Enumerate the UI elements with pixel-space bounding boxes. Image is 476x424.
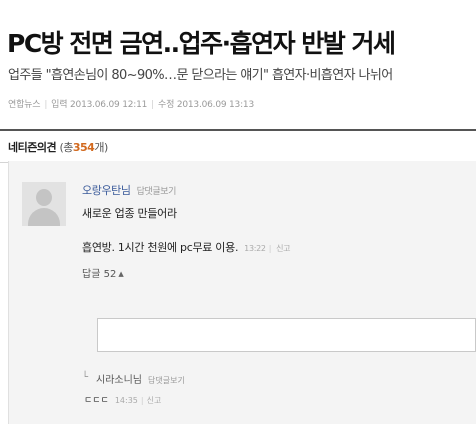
reply-toggle[interactable]: 답글 52 ▲ [82,265,124,280]
reply-divider: | [140,396,144,405]
modified-label: 수정 [158,100,175,110]
reply-label[interactable]: 답글 [82,269,100,280]
comment-text-line1: 새로운 업종 만들어라 [82,207,177,220]
reply-text: ㄷㄷㄷ [84,396,109,406]
comments-count-suffix: 개) [94,141,108,154]
comments-count: 354 [72,141,95,154]
comments-count-prefix: (총 [59,141,73,154]
comment-panel [8,161,476,424]
report-link[interactable]: 신고 [147,396,162,405]
meta-divider: | [44,100,48,110]
reply-input[interactable] [97,318,476,352]
comments-title-label: 네티즌의견 [8,141,57,154]
reply-author-name[interactable]: 시라소니님 [96,375,142,386]
comment-author[interactable]: 오랑우탄님 답댓글보기 [82,182,176,198]
reply-body-row: ㄷㄷㄷ 14:35 | 신고 [84,393,161,406]
view-replies-link[interactable]: 답댓글보기 [148,376,185,385]
comments-title: 네티즌의견 (총354개) [8,139,108,155]
reply-author[interactable]: 시라소니님 답댓글보기 [96,371,185,386]
article-meta: 연합뉴스 | 입력 2013.06.09 12:11 | 수정 2013.06.09 1… [8,99,254,111]
reply-count[interactable]: 52 [104,269,117,280]
comments-header: 네티즌의견 (총354개) [0,129,476,163]
published-label: 입력 [51,100,68,110]
view-replies-link[interactable]: 답댓글보기 [137,187,177,197]
modified-time: 2013.06.09 13:13 [176,100,254,110]
comment-time: 13:22 [244,244,266,253]
avatar [22,182,66,226]
reply-time: 14:35 [114,396,138,405]
news-source[interactable]: 연합뉴스 [8,100,41,110]
comment-divider: | [268,244,272,253]
article-headline: PC방 전면 금연..업주·흡연자 반발 거세 [7,29,396,58]
meta-divider: | [151,100,154,110]
published-time: 2013.06.09 12:11 [70,100,148,110]
comment-text-line2-row: 흡연방. 1시간 천원에 pc무료 이용. 13:22 | 신고 [82,239,291,255]
comment-author-name[interactable]: 오랑우탄님 [82,184,131,197]
article-subheadline: 업주들 "흡연손님이 80~90%…문 닫으라는 얘기" 흡연자·비흡연자 나뉘… [8,68,393,83]
comment-text-line2: 흡연방. 1시간 천원에 pc무료 이용. [82,241,239,254]
comments-count-wrap: (총354개) [59,141,108,154]
avatar-head-shape [36,189,52,206]
collapse-arrow-icon[interactable]: ▲ [118,270,123,278]
report-link[interactable]: 신고 [276,244,290,253]
reply-arrow-icon: └ [82,372,89,383]
avatar-body-shape [28,208,60,226]
